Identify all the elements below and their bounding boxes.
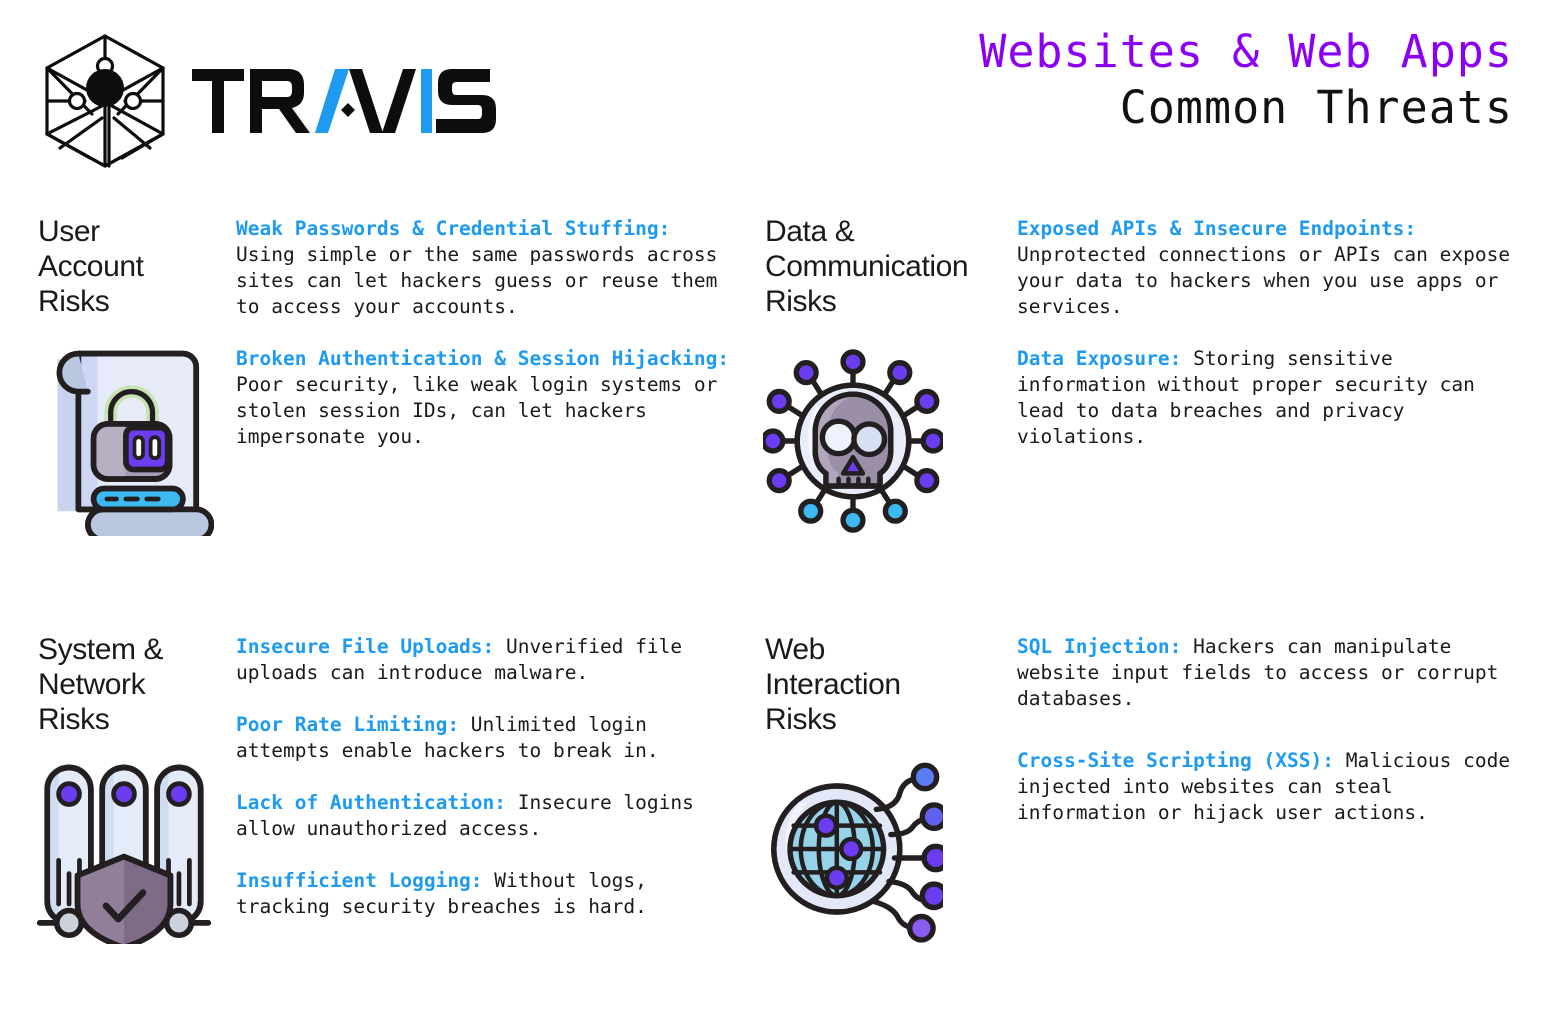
category-label: System & Network Risks — [38, 633, 164, 736]
category-label: User Account Risks — [38, 215, 144, 318]
category-label: Data & Communication Risks — [765, 215, 969, 318]
threat-lead: Data Exposure: — [1017, 347, 1182, 370]
threat-lead: Insufficient Logging: — [236, 869, 483, 892]
section-data-communication-risks: Data & Communication Risks Exposed APIs … — [755, 196, 1551, 596]
threat-item: Poor Rate Limiting: Unlimited login atte… — [236, 712, 736, 764]
section-system-network-risks: System & Network Risks Insecure File Upl… — [0, 614, 760, 1014]
threat-item: Insecure File Uploads: Unverified file u… — [236, 634, 736, 686]
section-web-interaction-risks: Web Interaction Risks SQL Injection: Hac… — [755, 614, 1551, 1014]
hexagon-cube-node-logo-icon — [45, 34, 165, 168]
title-primary: Websites & Web Apps — [979, 25, 1513, 78]
title-secondary: Common Threats — [1119, 81, 1513, 134]
threat-body: Using simple or the same passwords acros… — [236, 243, 718, 318]
threat-lead: Insecure File Uploads: — [236, 635, 495, 658]
threat-body: Poor security, like weak login systems o… — [236, 373, 718, 448]
virus-skull-icon — [763, 349, 943, 533]
threat-lead: Weak Passwords & Credential Stuffing: — [236, 217, 671, 240]
page-header: Websites & Web Apps Common Threats — [0, 0, 1551, 185]
threat-item: Exposed APIs & Insecure Endpoints: Unpro… — [1017, 216, 1527, 320]
threat-lead: Broken Authentication & Session Hijackin… — [236, 347, 730, 370]
threat-lead: Cross-Site Scripting (XSS): — [1017, 749, 1334, 772]
threat-body: Unprotected connections or APIs can expo… — [1017, 243, 1511, 318]
travis-wordmark — [192, 69, 496, 133]
threat-item: Broken Authentication & Session Hijackin… — [236, 346, 736, 450]
brand-logo — [30, 26, 510, 176]
threat-list: SQL Injection: Hackers can manipulate we… — [1017, 634, 1527, 862]
category-label: Web Interaction Risks — [765, 633, 901, 736]
threat-list: Exposed APIs & Insecure Endpoints: Unpro… — [1017, 216, 1527, 476]
threat-item: Cross-Site Scripting (XSS): Malicious co… — [1017, 748, 1527, 826]
threat-item: Weak Passwords & Credential Stuffing: Us… — [236, 216, 736, 320]
threat-list: Insecure File Uploads: Unverified file u… — [236, 634, 736, 946]
section-user-account-risks: User Account Risks Weak Passwords & Cred… — [0, 196, 760, 596]
threat-lead: Exposed APIs & Insecure Endpoints: — [1017, 217, 1417, 240]
scroll-with-padlock-icon — [56, 350, 214, 536]
threat-item: Lack of Authentication: Insecure logins … — [236, 790, 736, 842]
threat-lead: SQL Injection: — [1017, 635, 1182, 658]
threat-list: Weak Passwords & Credential Stuffing: Us… — [236, 216, 736, 476]
threat-lead: Lack of Authentication: — [236, 791, 507, 814]
page-title: Websites & Web Apps Common Threats — [979, 24, 1513, 136]
threat-item: Data Exposure: Storing sensitive informa… — [1017, 346, 1527, 450]
globe-network-nodes-icon — [771, 762, 943, 943]
threat-item: SQL Injection: Hackers can manipulate we… — [1017, 634, 1527, 712]
threat-lead: Poor Rate Limiting: — [236, 713, 460, 736]
threat-item: Insufficient Logging: Without logs, trac… — [236, 868, 736, 920]
server-rack-shield-icon — [36, 764, 212, 944]
